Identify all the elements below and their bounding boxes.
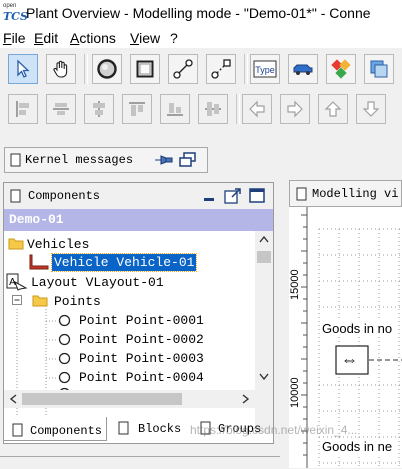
menu-file[interactable]: File: [3, 30, 26, 46]
y-tick-label: 10000: [289, 377, 301, 409]
tree-item-label: Vehicles: [27, 237, 90, 252]
align-top-icon[interactable]: [122, 94, 152, 124]
align-left-icon[interactable]: [8, 94, 38, 124]
location-label: Goods in ne: [322, 439, 393, 454]
restore-window-icon[interactable]: [179, 152, 197, 168]
location-tool-icon[interactable]: [130, 54, 160, 84]
components-panel-header: Components: [4, 183, 273, 210]
kernel-messages-label: Kernel messages: [25, 153, 134, 167]
watermark: https://blog.csdn.net/weixin_4...: [190, 423, 358, 437]
hand-pan-icon[interactable]: [46, 54, 76, 84]
menu-view[interactable]: View: [130, 30, 160, 46]
point-icon: [58, 333, 71, 346]
pin-icon[interactable]: [153, 153, 175, 167]
move-left-icon[interactable]: [242, 94, 272, 124]
toolbar: Type: [0, 48, 402, 132]
title-bar[interactable]: open TCS Plant Overview - Modelling mode…: [0, 0, 402, 28]
horizontal-scrollbar[interactable]: [4, 390, 255, 408]
block-icon[interactable]: [326, 54, 356, 84]
scroll-thumb[interactable]: [257, 251, 271, 263]
model-name: Demo-01: [9, 212, 64, 227]
y-tick-label: 15000: [289, 269, 301, 301]
point-tool-icon[interactable]: [92, 54, 122, 84]
location-type-icon[interactable]: Type: [250, 54, 280, 84]
app-icon-small-text: open: [3, 3, 17, 9]
maximize-icon[interactable]: [248, 187, 266, 205]
group-icon[interactable]: [364, 54, 394, 84]
vehicle-tree-icon: [29, 254, 49, 270]
tree-item-label: Point Point-0003: [79, 351, 204, 366]
toolbar-separator: [236, 94, 240, 124]
panel-icon: [10, 153, 21, 167]
align-center-h-icon[interactable]: [46, 94, 76, 124]
tree-item-label: Point Point-0001: [79, 313, 204, 328]
tree-item-label: Vehicle Vehicle-01: [50, 253, 198, 272]
location-label: Goods in no: [322, 321, 393, 336]
align-bottom-icon[interactable]: [160, 94, 190, 124]
properties-panel-strip: [0, 456, 280, 469]
align-middle-icon[interactable]: [198, 94, 228, 124]
move-right-icon[interactable]: [280, 94, 310, 124]
point-icon: [58, 352, 71, 365]
location-type-label: Type: [255, 65, 275, 75]
modelling-view-label: Modelling vi: [312, 187, 399, 201]
link-tool-icon[interactable]: [206, 54, 236, 84]
scroll-right-icon[interactable]: [242, 394, 250, 404]
tree-guides: [16, 309, 56, 431]
modelling-view-tab[interactable]: Modelling vi: [289, 180, 402, 207]
toolbar-separator: [84, 54, 88, 84]
menu-bar: File Edit Actions View ?: [0, 28, 402, 48]
panel-icon: [10, 189, 21, 203]
scroll-down-icon[interactable]: [259, 373, 269, 381]
panel-icon: [118, 421, 129, 435]
components-title: Components: [28, 189, 101, 203]
tab-label: Components: [30, 424, 103, 438]
model-name-bar[interactable]: Demo-01: [4, 209, 273, 231]
tab-components[interactable]: Components: [3, 417, 107, 441]
point-icon: [58, 371, 71, 384]
point-icon: [58, 314, 71, 327]
scroll-left-icon[interactable]: [9, 394, 17, 404]
kernel-messages-tab[interactable]: Kernel messages: [4, 147, 208, 173]
panel-icon: [12, 423, 23, 437]
align-center-v-icon[interactable]: [84, 94, 114, 124]
scroll-thumb[interactable]: [22, 393, 182, 405]
move-down-icon[interactable]: [356, 94, 386, 124]
move-up-icon[interactable]: [318, 94, 348, 124]
menu-actions[interactable]: Actions: [70, 30, 116, 46]
float-window-icon[interactable]: [224, 187, 242, 205]
select-arrow-icon[interactable]: [8, 54, 38, 84]
app-icon-big-text: TCS: [3, 10, 28, 23]
collapse-icon[interactable]: [12, 295, 23, 306]
layout-icon: A: [6, 273, 28, 291]
vehicle-icon[interactable]: [288, 54, 318, 84]
vertical-scrollbar[interactable]: [255, 231, 273, 433]
menu-help[interactable]: ?: [170, 30, 178, 46]
tree-item-label: Layout VLayout-01: [31, 275, 164, 290]
tree-item-label: Point Point-0002: [79, 332, 204, 347]
app-icon: open TCS: [3, 3, 28, 24]
menu-edit[interactable]: Edit: [34, 30, 58, 46]
window-title: Plant Overview - Modelling mode - "Demo-…: [26, 5, 371, 21]
tab-label: Blocks: [138, 422, 182, 436]
minimize-icon[interactable]: [202, 189, 216, 203]
scroll-up-icon[interactable]: [259, 235, 269, 243]
tree-item-label: Point Point-0004: [79, 370, 204, 385]
location-symbol-icon[interactable]: ⇔: [341, 350, 358, 370]
toolbar-separator: [244, 54, 248, 84]
components-panel: Components Demo-01 Vehicles Vehicle Vehi…: [3, 182, 274, 444]
path-tool-icon[interactable]: [168, 54, 198, 84]
folder-icon: [8, 238, 24, 250]
panel-icon: [296, 187, 307, 201]
tree-item-label: Points: [54, 294, 101, 309]
tab-blocks[interactable]: Blocks: [114, 417, 186, 441]
folder-icon: [32, 295, 48, 307]
